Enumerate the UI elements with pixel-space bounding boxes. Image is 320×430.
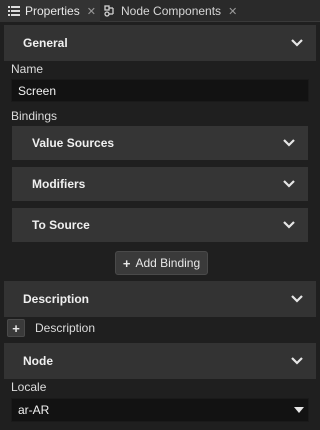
bindings-modifiers-header[interactable]: Modifiers — [12, 167, 308, 201]
chevron-down-icon — [291, 39, 303, 47]
tab-node-components[interactable]: Node Components ✕ — [100, 0, 246, 22]
modifiers-title: Modifiers — [32, 177, 86, 191]
section-general-title: General — [23, 36, 68, 50]
to-source-title: To Source — [32, 218, 90, 232]
bindings-value-sources-header[interactable]: Value Sources — [12, 126, 308, 160]
tab-properties-label: Properties — [25, 4, 80, 18]
section-general-header[interactable]: General — [4, 25, 316, 61]
chevron-down-icon — [283, 139, 295, 147]
chevron-down-icon — [291, 295, 303, 303]
add-binding-label: Add Binding — [135, 256, 201, 270]
tab-node-components-label: Node Components — [121, 4, 222, 18]
components-icon — [102, 5, 118, 17]
bindings-to-source-header[interactable]: To Source — [12, 208, 308, 242]
add-binding-button[interactable]: + Add Binding — [115, 251, 208, 275]
tab-bar: Properties ✕ Node Components ✕ — [0, 0, 320, 22]
chevron-down-icon — [283, 221, 295, 229]
tab-properties[interactable]: Properties ✕ — [0, 0, 100, 22]
close-icon[interactable]: ✕ — [228, 5, 237, 18]
chevron-down-icon — [283, 180, 295, 188]
locale-value: ar-AR — [18, 403, 50, 417]
list-icon — [6, 6, 22, 16]
name-value: Screen — [18, 83, 57, 98]
dropdown-arrow-icon — [294, 407, 304, 413]
description-label: Description — [35, 321, 96, 335]
section-node-header[interactable]: Node — [4, 343, 316, 379]
section-node-title: Node — [23, 354, 53, 368]
name-field[interactable]: Screen — [11, 79, 309, 102]
locale-dropdown[interactable]: ar-AR — [11, 398, 309, 422]
value-sources-title: Value Sources — [32, 136, 115, 150]
locale-label: Locale — [11, 380, 47, 394]
close-icon[interactable]: ✕ — [87, 5, 96, 18]
plus-icon: + — [122, 255, 131, 271]
chevron-down-icon — [291, 357, 303, 365]
section-description-header[interactable]: Description — [4, 281, 316, 317]
name-label: Name — [11, 62, 44, 76]
add-description-button[interactable]: + — [7, 319, 25, 337]
section-description-title: Description — [23, 292, 90, 306]
bindings-label: Bindings — [11, 109, 58, 123]
